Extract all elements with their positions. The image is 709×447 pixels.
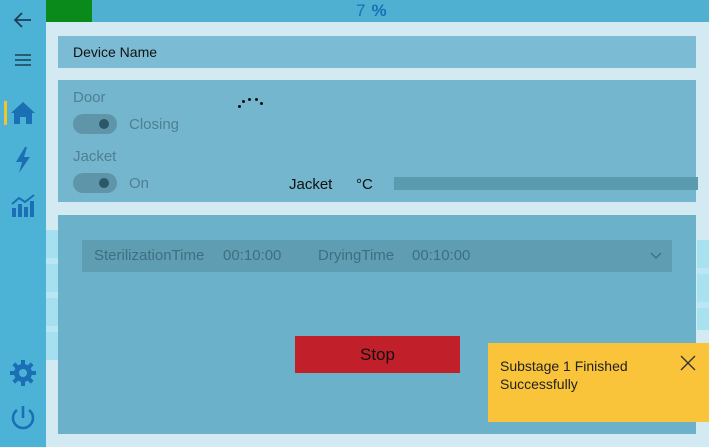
progress-fill	[46, 0, 92, 22]
spinner-dot	[248, 98, 251, 101]
stop-button[interactable]: Stop	[295, 336, 460, 373]
chevron-down-icon	[650, 252, 662, 259]
home-icon	[11, 102, 35, 124]
nav-settings[interactable]	[0, 355, 46, 391]
door-label: Door	[73, 89, 106, 106]
temp-unit: °C	[356, 176, 373, 193]
cycle-progress-bar: 7%	[46, 0, 709, 22]
sidebar	[0, 0, 46, 447]
lightning-icon	[16, 147, 30, 173]
device-name: Device Name	[73, 44, 158, 60]
spinner-dot	[238, 105, 241, 108]
jacket-state: On	[129, 175, 150, 192]
progress-value: 7	[356, 1, 366, 20]
spinner-dot	[242, 100, 245, 103]
toast-close-button[interactable]	[678, 353, 698, 373]
toast-message: Substage 1 Finished Successfully	[500, 358, 628, 392]
jacket-toggle-knob	[99, 178, 109, 188]
nav-home[interactable]	[0, 95, 46, 131]
notification-toast: Substage 1 Finished Successfully	[488, 343, 709, 422]
door-toggle-knob	[99, 119, 109, 129]
nav-charts[interactable]	[0, 188, 46, 224]
menu-button[interactable]	[0, 42, 46, 78]
hex-decoration-right	[697, 240, 709, 330]
back-button[interactable]	[0, 2, 46, 38]
sterilization-time-label: SterilizationTime	[94, 247, 205, 264]
door-toggle[interactable]	[73, 114, 117, 134]
app-window: 7% Device Name Door Closing Jacket On Ja…	[0, 0, 709, 447]
jacket-label: Jacket	[73, 148, 117, 165]
progress-unit: %	[371, 1, 387, 20]
jacket-toggle[interactable]	[73, 173, 117, 193]
spinner-dot	[260, 102, 263, 105]
gear-icon	[10, 360, 36, 386]
close-icon	[680, 355, 696, 371]
spinner-dot	[255, 98, 258, 101]
program-selector[interactable]: SterilizationTime 00:10:00 DryingTime 00…	[82, 240, 672, 272]
chart-icon	[11, 194, 35, 217]
hamburger-menu-icon	[15, 54, 31, 66]
sterilization-time-value: 00:10:00	[223, 247, 282, 264]
nav-power-stats[interactable]	[0, 142, 46, 178]
device-name-bar: Device Name	[58, 36, 696, 68]
progress-readout: 7%	[356, 0, 387, 22]
drying-time-label: DryingTime	[318, 247, 395, 264]
drying-time-value: 00:10:00	[412, 247, 471, 264]
back-arrow-icon	[13, 12, 31, 28]
status-panel: Door Closing Jacket On Jacket °C	[58, 80, 698, 202]
power-icon	[11, 406, 35, 430]
door-state: Closing	[129, 116, 180, 133]
power-button[interactable]	[0, 400, 46, 436]
jacket-temp-bar	[394, 177, 698, 190]
jacket-temp-label: Jacket	[289, 176, 333, 193]
